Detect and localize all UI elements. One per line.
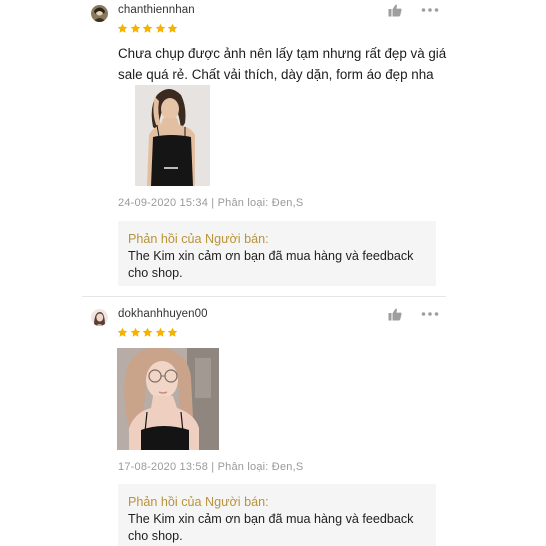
thumbs-up-icon[interactable]	[388, 4, 402, 17]
review-comment: Chưa chụp được ảnh nên lấy tạm nhưng rất…	[118, 46, 447, 82]
seller-reply: Phản hồi của Người bán: The Kim xin cảm …	[118, 221, 436, 286]
username[interactable]: chanthiennhan	[118, 4, 195, 16]
star-icon	[142, 23, 153, 33]
star-icon	[117, 327, 128, 337]
avatar[interactable]	[91, 309, 108, 326]
star-rating	[117, 327, 178, 339]
username[interactable]: dokhanhhuyen00	[118, 308, 208, 320]
star-icon	[130, 327, 140, 337]
star-icon	[117, 23, 128, 33]
seller-reply-title: Phản hồi của Người bán:	[128, 495, 269, 509]
star-icon	[167, 327, 178, 337]
star-rating	[117, 23, 178, 35]
seller-reply-text: The Kim xin cảm ơn bạn đã mua hàng và fe…	[128, 512, 414, 543]
divider	[82, 296, 446, 297]
seller-reply-title: Phản hồi của Người bán:	[128, 232, 269, 246]
more-dots-icon[interactable]	[421, 7, 439, 13]
star-icon	[155, 23, 165, 33]
review-photo[interactable]	[135, 85, 210, 186]
review-meta: 17-08-2020 13:58 | Phân loại: Đen,S	[118, 461, 304, 473]
star-icon	[130, 23, 140, 33]
more-dots-icon[interactable]	[421, 311, 439, 317]
seller-reply: Phản hồi của Người bán: The Kim xin cảm …	[118, 484, 436, 546]
thumbs-up-icon[interactable]	[388, 308, 402, 321]
seller-reply-text: The Kim xin cảm ơn bạn đã mua hàng và fe…	[128, 249, 414, 280]
review-item: chanthiennhan Chưa chụp được ảnh nên lấy…	[0, 0, 546, 295]
review-meta: 24-09-2020 15:34 | Phân loại: Đen,S	[118, 197, 304, 209]
star-icon	[155, 327, 165, 337]
star-icon	[167, 23, 178, 33]
star-icon	[142, 327, 153, 337]
review-item: dokhanhhuyen00 17-08-2020 13:58 | Phân l…	[0, 300, 546, 546]
avatar[interactable]	[91, 5, 108, 22]
review-photo[interactable]	[117, 348, 219, 450]
